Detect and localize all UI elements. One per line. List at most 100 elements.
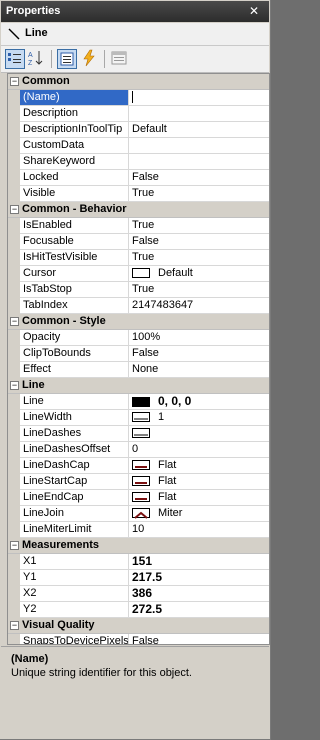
- property-value[interactable]: False: [129, 234, 269, 250]
- property-name[interactable]: Visible: [20, 186, 129, 202]
- property-grid[interactable]: − Common (Name) Description DescriptionInToo…: [7, 73, 270, 645]
- category-header[interactable]: − Common - Behavior: [8, 202, 269, 218]
- property-name[interactable]: SnapsToDevicePixels: [20, 634, 129, 644]
- property-name[interactable]: Y2: [20, 602, 129, 618]
- property-value[interactable]: False: [129, 634, 269, 644]
- property-name[interactable]: X2: [20, 586, 129, 602]
- categorized-button[interactable]: [5, 49, 25, 69]
- property-row[interactable]: X2 386: [8, 586, 269, 602]
- property-value[interactable]: [129, 154, 269, 170]
- property-value[interactable]: Default: [129, 122, 269, 138]
- property-name[interactable]: LineDashesOffset: [20, 442, 129, 458]
- properties-button[interactable]: [57, 49, 77, 69]
- property-value[interactable]: Flat: [129, 474, 269, 490]
- property-row[interactable]: Opacity 100%: [8, 330, 269, 346]
- collapse-toggle-icon[interactable]: −: [10, 77, 19, 86]
- property-row[interactable]: LineDashCap Flat: [8, 458, 269, 474]
- property-value[interactable]: 0: [129, 442, 269, 458]
- property-row[interactable]: IsEnabled True: [8, 218, 269, 234]
- close-icon[interactable]: ✕: [247, 4, 261, 18]
- property-name[interactable]: Locked: [20, 170, 129, 186]
- property-name[interactable]: Line: [20, 394, 129, 410]
- title-bar[interactable]: Properties ✕: [1, 1, 269, 22]
- property-name[interactable]: ShareKeyword: [20, 154, 129, 170]
- property-row[interactable]: IsTabStop True: [8, 282, 269, 298]
- property-value[interactable]: True: [129, 282, 269, 298]
- property-value[interactable]: True: [129, 186, 269, 202]
- property-name[interactable]: LineWidth: [20, 410, 129, 426]
- property-row[interactable]: Cursor Default: [8, 266, 269, 282]
- property-row[interactable]: LineWidth 1: [8, 410, 269, 426]
- property-row[interactable]: LineEndCap Flat: [8, 490, 269, 506]
- property-row[interactable]: LineMiterLimit 10: [8, 522, 269, 538]
- property-row[interactable]: (Name): [8, 90, 269, 106]
- property-row[interactable]: X1 151: [8, 554, 269, 570]
- property-row[interactable]: Y2 272.5: [8, 602, 269, 618]
- alphabetical-button[interactable]: A Z: [27, 49, 47, 69]
- property-value[interactable]: Default: [129, 266, 269, 282]
- property-name[interactable]: Cursor: [20, 266, 129, 282]
- collapse-toggle-icon[interactable]: −: [10, 621, 19, 630]
- property-row[interactable]: Visible True: [8, 186, 269, 202]
- property-name[interactable]: Y1: [20, 570, 129, 586]
- property-name[interactable]: ClipToBounds: [20, 346, 129, 362]
- property-value[interactable]: 217.5: [129, 570, 269, 586]
- property-value[interactable]: 151: [129, 554, 269, 570]
- property-name[interactable]: LineJoin: [20, 506, 129, 522]
- property-value[interactable]: 10: [129, 522, 269, 538]
- property-pages-button[interactable]: [110, 49, 130, 69]
- property-row[interactable]: TabIndex 2147483647: [8, 298, 269, 314]
- property-name[interactable]: IsHitTestVisible: [20, 250, 129, 266]
- property-name[interactable]: IsEnabled: [20, 218, 129, 234]
- property-value[interactable]: True: [129, 250, 269, 266]
- property-row[interactable]: SnapsToDevicePixels False: [8, 634, 269, 644]
- property-value[interactable]: 2147483647: [129, 298, 269, 314]
- property-value[interactable]: [129, 138, 269, 154]
- property-value[interactable]: Flat: [129, 458, 269, 474]
- property-value[interactable]: 1: [129, 410, 269, 426]
- collapse-toggle-icon[interactable]: −: [10, 541, 19, 550]
- property-name[interactable]: Description: [20, 106, 129, 122]
- property-value[interactable]: 386: [129, 586, 269, 602]
- property-value[interactable]: Miter: [129, 506, 269, 522]
- property-name[interactable]: LineDashCap: [20, 458, 129, 474]
- category-header[interactable]: − Common: [8, 74, 269, 90]
- property-name[interactable]: TabIndex: [20, 298, 129, 314]
- property-value[interactable]: None: [129, 362, 269, 378]
- property-value[interactable]: 100%: [129, 330, 269, 346]
- property-name[interactable]: (Name): [20, 90, 129, 106]
- property-row[interactable]: IsHitTestVisible True: [8, 250, 269, 266]
- property-row[interactable]: Focusable False: [8, 234, 269, 250]
- property-value[interactable]: Flat: [129, 490, 269, 506]
- collapse-toggle-icon[interactable]: −: [10, 381, 19, 390]
- category-header[interactable]: − Measurements: [8, 538, 269, 554]
- property-row[interactable]: Effect None: [8, 362, 269, 378]
- property-row[interactable]: Locked False: [8, 170, 269, 186]
- property-value[interactable]: [129, 426, 269, 442]
- category-header[interactable]: − Common - Style: [8, 314, 269, 330]
- property-name[interactable]: CustomData: [20, 138, 129, 154]
- property-name[interactable]: LineMiterLimit: [20, 522, 129, 538]
- events-button[interactable]: [80, 49, 100, 69]
- collapse-toggle-icon[interactable]: −: [10, 205, 19, 214]
- property-row[interactable]: LineStartCap Flat: [8, 474, 269, 490]
- property-value[interactable]: False: [129, 170, 269, 186]
- property-row[interactable]: ClipToBounds False: [8, 346, 269, 362]
- property-row[interactable]: ShareKeyword: [8, 154, 269, 170]
- property-row[interactable]: LineDashes: [8, 426, 269, 442]
- property-name[interactable]: LineEndCap: [20, 490, 129, 506]
- property-name[interactable]: DescriptionInToolTip: [20, 122, 129, 138]
- property-name[interactable]: Focusable: [20, 234, 129, 250]
- property-row[interactable]: CustomData: [8, 138, 269, 154]
- property-row[interactable]: Line 0, 0, 0: [8, 394, 269, 410]
- property-value[interactable]: [129, 90, 269, 106]
- category-header[interactable]: − Line: [8, 378, 269, 394]
- property-name[interactable]: IsTabStop: [20, 282, 129, 298]
- category-header[interactable]: − Visual Quality: [8, 618, 269, 634]
- property-row[interactable]: LineDashesOffset 0: [8, 442, 269, 458]
- property-value[interactable]: True: [129, 218, 269, 234]
- property-name[interactable]: LineStartCap: [20, 474, 129, 490]
- property-value[interactable]: 272.5: [129, 602, 269, 618]
- property-value[interactable]: False: [129, 346, 269, 362]
- property-name[interactable]: X1: [20, 554, 129, 570]
